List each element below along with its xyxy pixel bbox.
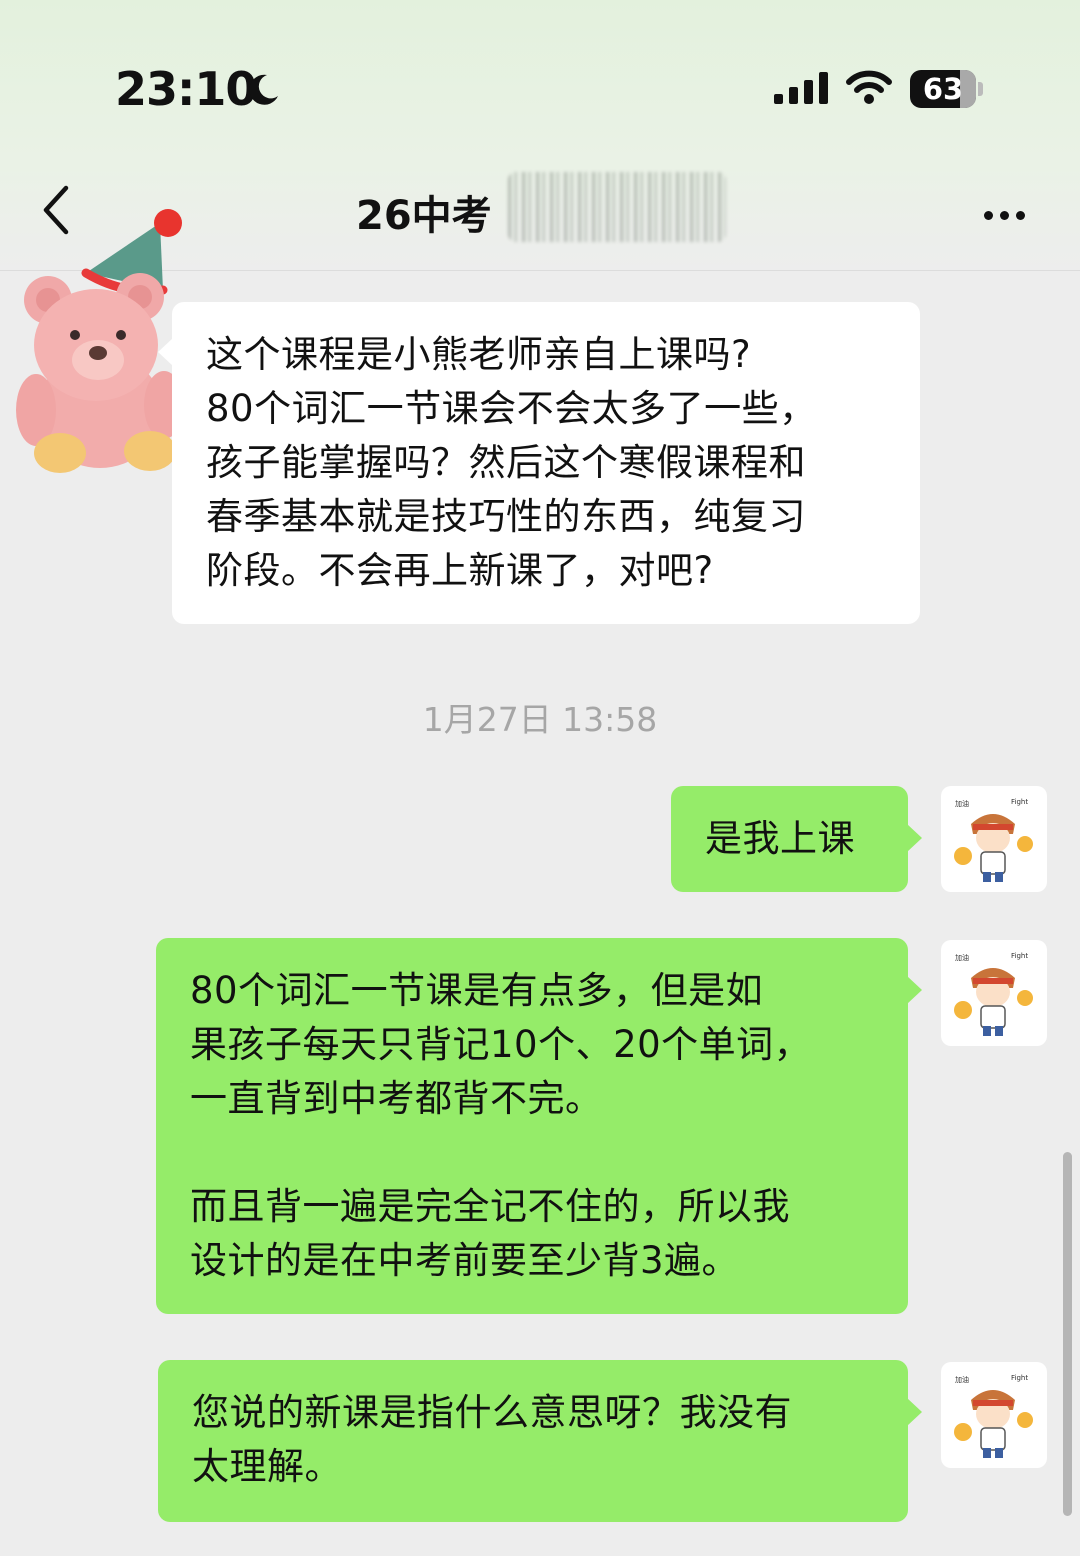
cartoon-girl-icon: 加油 Fight xyxy=(954,1374,1033,1458)
message-timestamp: 1月27日 13:58 xyxy=(422,700,658,739)
message-bubble-outgoing[interactable]: 是我上课 xyxy=(671,786,922,892)
user-avatar[interactable]: 加油 Fight xyxy=(941,786,1047,892)
svg-text:加油: 加油 xyxy=(955,953,969,962)
moon-icon xyxy=(249,74,278,105)
user-avatar[interactable]: 加油 Fight xyxy=(941,1362,1047,1468)
battery-tip xyxy=(978,82,983,96)
message-bubble-outgoing[interactable]: 80个词汇一节课是有点多，但是如 果孩子每天只背记10个、20个单词， 一直背到… xyxy=(156,938,922,1314)
chat-title: 26中考 xyxy=(356,193,492,239)
wifi-icon xyxy=(846,70,892,104)
svg-text:Fight: Fight xyxy=(1011,1374,1028,1382)
svg-text:加油: 加油 xyxy=(955,1375,969,1384)
message-bubble-outgoing[interactable]: 您说的新课是指什么意思呀？我没有 太理解。 xyxy=(158,1360,922,1522)
cartoon-girl-icon: 加油 Fight xyxy=(954,952,1033,1036)
message-bubble-incoming[interactable]: 这个课程是小熊老师亲自上课吗? 80个词汇一节课会不会太多了一些， 孩子能掌握吗… xyxy=(158,302,920,624)
svg-text:Fight: Fight xyxy=(1011,952,1028,960)
svg-text:Fight: Fight xyxy=(1011,798,1028,806)
battery-icon: 63 xyxy=(910,70,976,108)
blurred-title-part xyxy=(508,172,726,242)
cartoon-girl-icon: 加油 Fight xyxy=(954,798,1033,882)
status-time: 23:10 xyxy=(115,62,257,116)
signal-icon xyxy=(774,72,828,104)
svg-text:加油: 加油 xyxy=(955,799,969,808)
user-avatar[interactable]: 加油 Fight xyxy=(941,940,1047,1046)
more-icon[interactable] xyxy=(984,205,1034,220)
scrollbar[interactable] xyxy=(1063,1152,1072,1516)
